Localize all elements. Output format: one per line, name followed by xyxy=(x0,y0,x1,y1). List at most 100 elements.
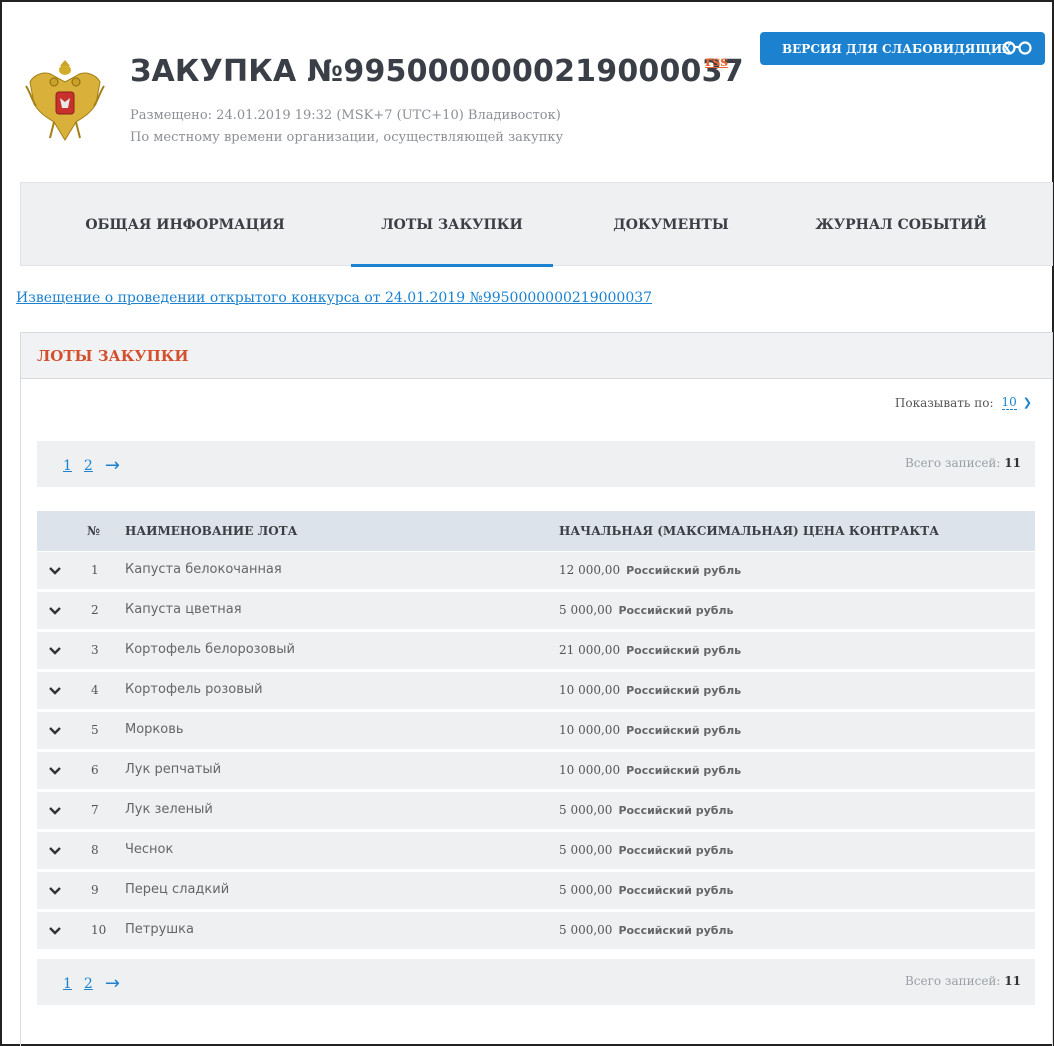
table-row[interactable]: 9 Перец сладкий 5 000,00 Российский рубль xyxy=(37,872,1035,909)
lot-name: Капуста белокочанная xyxy=(125,562,282,577)
chevron-down-icon[interactable] xyxy=(37,592,73,629)
page-link[interactable]: 1 xyxy=(63,458,72,474)
total-label: Всего записей: xyxy=(904,974,1001,988)
lot-price: 5 000,00 Российский рубль xyxy=(559,923,733,937)
row-number: 5 xyxy=(91,723,99,737)
currency: Российский рубль xyxy=(618,804,734,817)
tab-bar: ОБЩАЯ ИНФОРМАЦИЯ ЛОТЫ ЗАКУПКИ ДОКУМЕНТЫ … xyxy=(20,182,1053,267)
row-number: 3 xyxy=(91,643,99,657)
page-link[interactable]: 2 xyxy=(84,976,93,992)
table-row[interactable]: 8 Чеснок 5 000,00 Российский рубль xyxy=(37,832,1035,869)
visually-impaired-label: ВЕРСИЯ ДЛЯ СЛАБОВИДЯЩИХ xyxy=(782,41,1012,56)
price-value: 10 000,00 xyxy=(559,723,621,737)
lot-name: Капуста цветная xyxy=(125,602,242,617)
table-row[interactable]: 2 Капуста цветная 5 000,00 Российский руб… xyxy=(37,592,1035,629)
chevron-down-icon[interactable]: ❯ xyxy=(1023,396,1032,409)
chevron-down-icon[interactable] xyxy=(37,872,73,909)
currency: Российский рубль xyxy=(626,724,742,737)
arrow-right-icon[interactable]: → xyxy=(105,973,120,994)
pagination-top: 1 2 → Всего записей: 11 xyxy=(37,441,1035,487)
arrow-right-icon[interactable]: → xyxy=(105,455,120,476)
page-link[interactable]: 2 xyxy=(84,458,93,474)
page-frame: ЗАКУПКА №9950000000219000037 rss Размеще… xyxy=(0,0,1054,1046)
page-link[interactable]: 1 xyxy=(63,976,72,992)
glasses-icon xyxy=(1002,41,1032,55)
table-row[interactable]: 10 Петрушка 5 000,00 Российский рубль xyxy=(37,912,1035,949)
chevron-down-icon[interactable] xyxy=(37,792,73,829)
lot-name: Петрушка xyxy=(125,922,195,937)
lot-name: Чеснок xyxy=(125,842,174,857)
column-price: НАЧАЛЬНАЯ (МАКСИМАЛЬНАЯ) ЦЕНА КОНТРАКТА xyxy=(559,524,939,538)
table-row[interactable]: 4 Кортофель розовый 10 000,00 Российский … xyxy=(37,672,1035,709)
tab-label: ЖУРНАЛ СОБЫТИЙ xyxy=(815,217,987,233)
row-number: 8 xyxy=(91,843,99,857)
table-row[interactable]: 1 Капуста белокочанная 12 000,00 Российск… xyxy=(37,552,1035,589)
lot-price: 10 000,00 Российский рубль xyxy=(559,683,741,697)
chevron-down-icon[interactable] xyxy=(37,552,73,589)
lot-price: 12 000,00 Российский рубль xyxy=(559,563,741,577)
page-size-label: Показывать по: xyxy=(894,395,994,410)
chevron-down-icon[interactable] xyxy=(37,632,73,669)
price-value: 5 000,00 xyxy=(559,923,613,937)
chevron-down-icon[interactable] xyxy=(37,832,73,869)
tab-event-log[interactable]: ЖУРНАЛ СОБЫТИЙ xyxy=(781,183,1021,267)
row-number: 4 xyxy=(91,683,99,697)
table-row[interactable]: 3 Кортофель белорозовый 21 000,00 Российс… xyxy=(37,632,1035,669)
row-number: 2 xyxy=(91,603,99,617)
panel-title: ЛОТЫ ЗАКУПКИ xyxy=(37,347,189,365)
currency: Российский рубль xyxy=(626,564,742,577)
table-row[interactable]: 7 Лук зеленый 5 000,00 Российский рубль xyxy=(37,792,1035,829)
lot-name: Кортофель розовый xyxy=(125,682,263,697)
lot-price: 10 000,00 Российский рубль xyxy=(559,723,741,737)
page-size-value[interactable]: 10 xyxy=(1001,395,1017,410)
notice-link[interactable]: Извещение о проведении открытого конкурс… xyxy=(16,290,652,306)
table-row[interactable]: 6 Лук репчатый 10 000,00 Российский рубль xyxy=(37,752,1035,789)
lot-name: Кортофель белорозовый xyxy=(125,642,295,657)
panel-header: ЛОТЫ ЗАКУПКИ xyxy=(21,333,1052,379)
currency: Российский рубль xyxy=(626,684,742,697)
tab-lots[interactable]: ЛОТЫ ЗАКУПКИ xyxy=(351,183,553,267)
total-value: 11 xyxy=(1004,974,1021,988)
row-number: 9 xyxy=(91,883,99,897)
lot-name: Лук репчатый xyxy=(125,762,222,777)
row-number: 1 xyxy=(91,563,99,577)
chevron-down-icon[interactable] xyxy=(37,672,73,709)
price-value: 5 000,00 xyxy=(559,883,613,897)
tab-label: ЛОТЫ ЗАКУПКИ xyxy=(381,217,523,233)
lot-price: 5 000,00 Российский рубль xyxy=(559,883,733,897)
price-value: 5 000,00 xyxy=(559,803,613,817)
table-header: № НАИМЕНОВАНИЕ ЛОТА НАЧАЛЬНАЯ (МАКСИМАЛЬ… xyxy=(37,511,1035,551)
price-value: 5 000,00 xyxy=(559,603,613,617)
tab-label: ДОКУМЕНТЫ xyxy=(613,217,729,233)
lot-name: Морковь xyxy=(125,722,184,737)
lot-price: 21 000,00 Российский рубль xyxy=(559,643,741,657)
rss-link[interactable]: rss xyxy=(705,54,728,70)
currency: Российский рубль xyxy=(618,924,734,937)
lot-price: 5 000,00 Российский рубль xyxy=(559,843,733,857)
tab-documents[interactable]: ДОКУМЕНТЫ xyxy=(581,183,761,267)
timezone-note: По местному времени организации, осущест… xyxy=(130,130,564,145)
table-row[interactable]: 5 Морковь 10 000,00 Российский рубль xyxy=(37,712,1035,749)
lot-price: 5 000,00 Российский рубль xyxy=(559,803,733,817)
row-number: 7 xyxy=(91,803,99,817)
tab-general-info[interactable]: ОБЩАЯ ИНФОРМАЦИЯ xyxy=(65,183,305,267)
lot-name: Перец сладкий xyxy=(125,882,230,897)
total-label: Всего записей: xyxy=(904,456,1001,470)
chevron-down-icon[interactable] xyxy=(37,712,73,749)
chevron-down-icon[interactable] xyxy=(37,752,73,789)
price-value: 21 000,00 xyxy=(559,643,621,657)
lot-price: 5 000,00 Российский рубль xyxy=(559,603,733,617)
page-size-selector: Показывать по: 10 ❯ xyxy=(895,395,1032,410)
tab-label: ОБЩАЯ ИНФОРМАЦИЯ xyxy=(85,217,285,233)
pagination-bottom: 1 2 → Всего записей: 11 xyxy=(37,959,1035,1005)
price-value: 10 000,00 xyxy=(559,763,621,777)
visually-impaired-button[interactable]: ВЕРСИЯ ДЛЯ СЛАБОВИДЯЩИХ xyxy=(760,32,1045,65)
total-records: Всего записей: 11 xyxy=(905,456,1021,470)
currency: Российский рубль xyxy=(618,604,734,617)
lot-name: Лук зеленый xyxy=(125,802,213,817)
coat-of-arms-emblem xyxy=(25,60,105,141)
chevron-down-icon[interactable] xyxy=(37,912,73,949)
total-value: 11 xyxy=(1004,456,1021,470)
currency: Российский рубль xyxy=(626,764,742,777)
price-value: 12 000,00 xyxy=(559,563,621,577)
